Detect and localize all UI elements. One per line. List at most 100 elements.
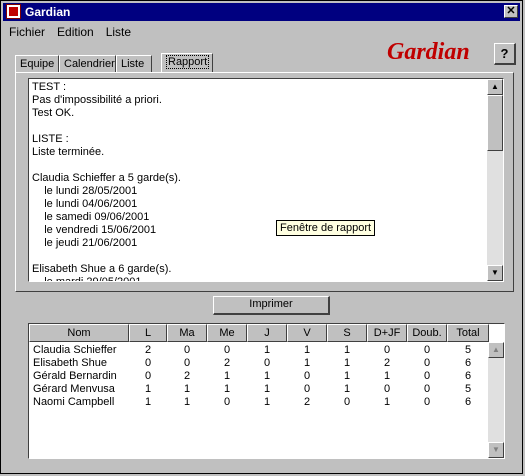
col-j-header[interactable]: J	[247, 324, 287, 342]
table-row[interactable]: Claudia Schieffer 2 0 0 1 1 1 0 0 5	[29, 344, 489, 357]
report-line: Pas d'impossibilité a priori.	[32, 94, 162, 106]
report-line	[32, 250, 486, 263]
report-line	[32, 159, 486, 172]
col-nom-cell: Naomi Campbell	[33, 396, 115, 408]
col-j-cell: 1	[263, 370, 271, 382]
col-l-header[interactable]: L	[129, 324, 167, 342]
col-nom-cell: Gérald Bernardin	[33, 370, 117, 382]
col-doub-cell: 0	[423, 357, 431, 369]
app-icon[interactable]	[6, 4, 21, 19]
tab-equipe[interactable]: Equipe	[15, 55, 59, 72]
col-v-cell: 1	[303, 344, 311, 356]
col-l-cell: 0	[144, 357, 152, 369]
report-line: TEST :	[32, 81, 67, 93]
col-djf-cell: 1	[383, 370, 391, 382]
col-me-header[interactable]: Me	[207, 324, 247, 342]
report-line: le lundi 04/06/2001	[32, 198, 138, 210]
col-s-cell: 1	[343, 357, 351, 369]
col-djf-cell: 0	[383, 344, 391, 356]
col-djf-cell: 0	[383, 383, 391, 395]
col-v-cell: 1	[303, 357, 311, 369]
col-nom-header[interactable]: Nom	[29, 324, 129, 342]
menu-edition[interactable]: Edition	[51, 23, 100, 41]
col-me-cell: 0	[223, 396, 231, 408]
report-line: le samedi 09/06/2001	[32, 211, 150, 223]
col-ma-cell: 2	[183, 370, 191, 382]
col-v-cell: 2	[303, 396, 311, 408]
col-total-header[interactable]: Total	[447, 324, 489, 342]
report-line: Test OK.	[32, 107, 75, 119]
col-j-cell: 1	[263, 383, 271, 395]
col-j-cell: 1	[263, 396, 271, 408]
report-line: Claudia Schieffer a 5 garde(s).	[32, 172, 181, 184]
col-l-cell: 1	[144, 396, 152, 408]
col-me-cell: 0	[223, 344, 231, 356]
col-me-cell: 2	[223, 357, 231, 369]
table-row[interactable]: Gérald Bernardin 0 2 1 1 0 1 1 0 6	[29, 370, 489, 383]
table-scroll-down-button[interactable]: ▼	[488, 442, 504, 458]
col-ma-header[interactable]: Ma	[167, 324, 207, 342]
table-scroll-up-button[interactable]: ▲	[488, 342, 504, 358]
report-line: le mardi 29/05/2001	[32, 276, 142, 282]
col-s-cell: 1	[343, 383, 351, 395]
col-v-cell: 0	[303, 383, 311, 395]
col-djf-cell: 1	[383, 396, 391, 408]
col-total-cell: 5	[464, 344, 472, 356]
col-doub-cell: 0	[423, 344, 431, 356]
report-line: le lundi 28/05/2001	[32, 185, 138, 197]
col-ma-cell: 1	[183, 396, 191, 408]
report-line: le jeudi 21/06/2001	[32, 237, 138, 249]
col-s-cell: 0	[343, 396, 351, 408]
col-doub-cell: 0	[423, 383, 431, 395]
report-line: Liste terminée.	[32, 146, 105, 158]
col-doub-cell: 0	[423, 370, 431, 382]
title-bar[interactable]: Gardian ✕	[3, 3, 520, 21]
col-djf-header[interactable]: D+JF	[367, 324, 407, 342]
print-button[interactable]: Imprimer	[213, 296, 330, 315]
summary-table[interactable]: Nom L Ma Me J V S D+JF Doub. Total Claudia Schief…	[28, 323, 505, 459]
col-doub-cell: 0	[423, 396, 431, 408]
col-j-cell: 1	[263, 344, 271, 356]
tab-rapport[interactable]: Rapport	[161, 53, 213, 72]
report-line: Elisabeth Shue a 6 garde(s).	[32, 263, 172, 275]
col-total-cell: 6	[464, 396, 472, 408]
scroll-up-button[interactable]: ▲	[487, 79, 503, 95]
col-ma-cell: 0	[183, 344, 191, 356]
col-v-header[interactable]: V	[287, 324, 327, 342]
col-nom-cell: Gérard Menvusa	[33, 383, 115, 395]
menu-liste[interactable]: Liste	[100, 23, 137, 41]
close-button[interactable]: ✕	[504, 5, 518, 18]
col-s-header[interactable]: S	[327, 324, 367, 342]
col-total-cell: 6	[464, 357, 472, 369]
col-total-cell: 5	[464, 383, 472, 395]
col-l-cell: 2	[144, 344, 152, 356]
help-button[interactable]: ?	[494, 43, 516, 65]
col-ma-cell: 0	[183, 357, 191, 369]
tab-liste[interactable]: Liste	[116, 55, 152, 72]
col-nom-cell: Elisabeth Shue	[33, 357, 107, 369]
col-l-cell: 0	[144, 370, 152, 382]
table-header: Nom L Ma Me J V S D+JF Doub. Total	[29, 324, 489, 342]
col-doub-header[interactable]: Doub.	[407, 324, 447, 342]
col-total-cell: 6	[464, 370, 472, 382]
table-row[interactable]: Naomi Campbell 1 1 0 1 2 0 1 0 6	[29, 396, 489, 409]
report-line: le vendredi 15/06/2001	[32, 224, 157, 236]
table-scrollbar[interactable]: ▲ ▼	[488, 342, 504, 458]
table-row[interactable]: Elisabeth Shue 0 0 2 0 1 1 2 0 6	[29, 357, 489, 370]
report-textarea[interactable]: TEST : Pas d'impossibilité a priori. Test …	[28, 78, 504, 282]
app-window: Gardian ✕ Fichier Edition Liste Gardian ? …	[0, 0, 523, 474]
scroll-down-button[interactable]: ▼	[487, 265, 503, 281]
tab-calendrier[interactable]: Calendrier	[59, 55, 116, 72]
col-s-cell: 1	[343, 344, 351, 356]
col-me-cell: 1	[223, 370, 231, 382]
menu-bar: Fichier Edition Liste	[3, 23, 137, 41]
menu-fichier[interactable]: Fichier	[3, 23, 51, 41]
col-me-cell: 1	[223, 383, 231, 395]
tooltip: Fenêtre de rapport	[276, 220, 376, 236]
report-scrollbar[interactable]: ▲ ▼	[487, 79, 503, 281]
col-s-cell: 1	[343, 370, 351, 382]
table-row[interactable]: Gérard Menvusa 1 1 1 1 0 1 0 0 5	[29, 383, 489, 396]
scroll-thumb[interactable]	[487, 95, 503, 151]
col-v-cell: 0	[303, 370, 311, 382]
col-l-cell: 1	[144, 383, 152, 395]
